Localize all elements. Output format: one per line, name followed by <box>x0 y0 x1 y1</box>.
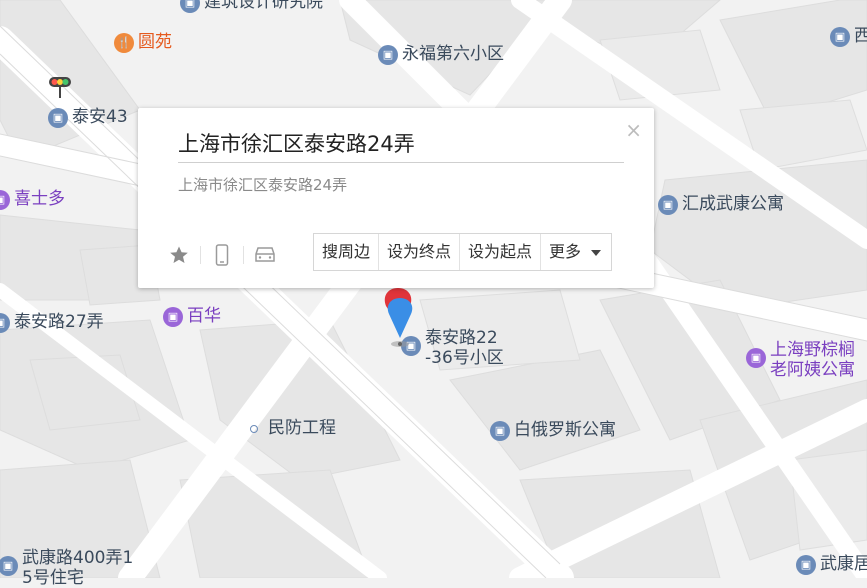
star-icon[interactable] <box>164 242 194 268</box>
search-nearby-button[interactable]: 搜周边 <box>314 234 380 270</box>
poi-label: 百华 <box>187 306 221 326</box>
poi-label: 西 <box>854 26 867 46</box>
shop-icon: ▣ <box>163 306 183 327</box>
poi-label: 汇成武康公寓 <box>682 194 784 214</box>
poi-label: 圆苑 <box>138 32 172 52</box>
divider <box>178 162 624 163</box>
set-origin-button[interactable]: 设为起点 <box>460 234 542 270</box>
poi-wukangr[interactable]: ▣ 武康居 <box>796 554 867 575</box>
building-icon: ▣ <box>180 0 200 13</box>
map-canvas[interactable]: ▣ 建筑设计研究院 🍴 圆苑 ▣ 永福第六小区 ▣ 西 ▣ 泰安43 ▣ 喜士多… <box>0 0 867 588</box>
poi-baiels[interactable]: ▣ 白俄罗斯公寓 <box>490 420 616 441</box>
poi-label: 泰安路27弄 <box>14 312 104 332</box>
traffic-light-icon <box>47 74 73 104</box>
poi-label: 武康路400弄1 5号住宅 <box>22 548 134 588</box>
poi-baihua[interactable]: ▣ 百华 <box>163 306 221 327</box>
phone-icon[interactable] <box>207 242 237 268</box>
poi-taian27[interactable]: ▣ 泰安路27弄 <box>0 312 104 333</box>
poi-label: 永福第六小区 <box>402 44 504 64</box>
poi-label: 泰安路22 -36号小区 <box>425 328 504 368</box>
more-button[interactable]: 更多 <box>541 234 611 270</box>
divider <box>243 246 244 264</box>
building-icon: ▣ <box>658 194 678 215</box>
close-icon[interactable]: × <box>625 118 642 142</box>
poi-xi[interactable]: ▣ 西 <box>830 26 867 47</box>
chevron-down-icon <box>591 249 602 256</box>
poi-taian43[interactable]: ▣ 泰安43 <box>48 107 128 128</box>
location-marker-icon[interactable] <box>380 286 424 354</box>
poi-yongfu[interactable]: ▣ 永福第六小区 <box>378 44 504 65</box>
poi-label: 建筑设计研究院 <box>204 0 323 12</box>
location-popup: 上海市徐汇区泰安路24弄 × 上海市徐汇区泰安路24弄 搜周边 设为终点 设为起… <box>138 108 654 288</box>
dot-icon <box>250 424 258 433</box>
shop-icon: ▣ <box>0 189 10 210</box>
poi-yezong[interactable]: ▣ 上海野棕榈 老阿姨公寓 <box>746 340 855 380</box>
map-base <box>0 0 867 588</box>
car-icon[interactable] <box>250 242 280 268</box>
poi-label: 喜士多 <box>14 189 65 209</box>
poi-label: 上海野棕榈 老阿姨公寓 <box>770 340 855 380</box>
poi-jianzhu[interactable]: ▣ 建筑设计研究院 <box>180 0 323 13</box>
building-icon: ▣ <box>490 420 510 441</box>
poi-yuanyuan[interactable]: 🍴 圆苑 <box>114 32 172 53</box>
popup-actions: 搜周边 设为终点 设为起点 更多 <box>313 233 613 271</box>
poi-label: 武康居 <box>820 554 867 574</box>
building-icon: ▣ <box>796 554 816 575</box>
building-icon: ▣ <box>48 107 68 128</box>
poi-minfang[interactable]: 民防工程 <box>250 418 336 439</box>
building-icon: ▣ <box>0 556 18 576</box>
poi-huicheng[interactable]: ▣ 汇成武康公寓 <box>658 194 784 215</box>
restaurant-icon: 🍴 <box>114 32 134 53</box>
building-icon: ▣ <box>378 44 398 65</box>
building-icon: ▣ <box>830 26 850 47</box>
divider <box>200 246 201 264</box>
poi-label: 泰安43 <box>72 107 128 127</box>
poi-label: 白俄罗斯公寓 <box>514 420 616 440</box>
set-destination-button[interactable]: 设为终点 <box>379 234 461 270</box>
poi-wukang400[interactable]: ▣ 武康路400弄1 5号住宅 <box>0 548 133 588</box>
popup-address: 上海市徐汇区泰安路24弄 <box>178 176 348 194</box>
poi-xishiduo[interactable]: ▣ 喜士多 <box>0 189 65 210</box>
poi-label: 民防工程 <box>268 418 336 438</box>
more-label: 更多 <box>549 242 582 261</box>
building-icon: ▣ <box>0 312 10 333</box>
popup-icon-bar <box>164 242 280 268</box>
hotel-icon: ▣ <box>746 348 766 368</box>
popup-title: 上海市徐汇区泰安路24弄 <box>178 132 415 156</box>
